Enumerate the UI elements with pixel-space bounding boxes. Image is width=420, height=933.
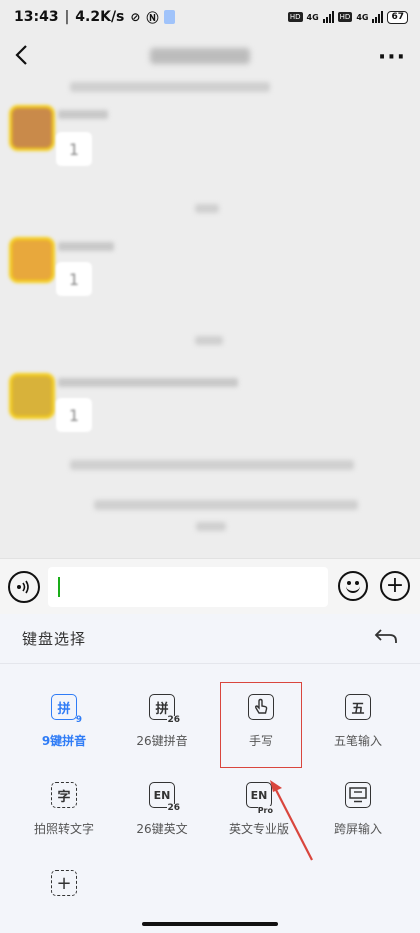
hd-badge-2: HD xyxy=(337,12,353,22)
system-notice-blurred xyxy=(94,500,358,510)
keyboard-option-26key-english[interactable]: EN 26 26键英文 xyxy=(122,770,202,854)
message-bubble[interactable]: 1 xyxy=(56,398,92,432)
network-label-1: 4G xyxy=(306,12,319,22)
sender-name-blurred xyxy=(58,378,238,387)
keyboard-option-cross-screen[interactable]: 跨屏输入 xyxy=(318,770,398,854)
system-notice-blurred xyxy=(196,522,226,531)
keyboard-option-label: 拍照转文字 xyxy=(33,822,94,836)
keyboard-panel-title: 键盘选择 xyxy=(22,630,87,648)
emoji-icon xyxy=(346,585,360,593)
status-bar: 13:43 | 4.2K/s ⊘ Ⓝ HD 4G HD 4G 67 xyxy=(0,0,420,34)
return-button[interactable] xyxy=(374,626,398,651)
network-label-2: 4G xyxy=(356,12,369,22)
keyboard-panel-header: 键盘选择 xyxy=(0,614,420,664)
input-bar: + xyxy=(0,558,420,614)
back-button[interactable] xyxy=(14,43,44,71)
status-speed: 4.2K/s xyxy=(75,9,125,25)
status-left: 13:43 | 4.2K/s ⊘ Ⓝ xyxy=(14,9,176,26)
message-text-input[interactable] xyxy=(48,567,328,607)
time-divider-blurred xyxy=(195,336,223,345)
keyboard-selection-panel: 键盘选择 拼 9 9键拼音 拼 26 26键拼音 手写 五 五笔输入 字 拍照转… xyxy=(0,614,420,933)
keyboard-option-label: 26键拼音 xyxy=(136,734,188,748)
english-26-icon: EN 26 xyxy=(149,782,180,813)
signal-icon-1 xyxy=(322,11,334,23)
avatar[interactable] xyxy=(12,240,52,280)
annotation-highlight-box xyxy=(220,682,302,768)
sim-icon xyxy=(164,10,176,24)
system-notice-blurred xyxy=(70,460,354,470)
hd-badge-1: HD xyxy=(287,12,303,22)
annotation-arrow-icon xyxy=(270,780,313,861)
message-bubble[interactable]: 1 xyxy=(56,132,92,166)
chat-nav-bar: ··· xyxy=(0,34,420,80)
chat-message-area[interactable]: 1 1 1 xyxy=(0,80,420,558)
pinyin-9-icon: 拼 9 xyxy=(51,694,82,725)
keyboard-option-wubi[interactable]: 五 五笔输入 xyxy=(318,682,398,766)
photo-text-icon: 字 xyxy=(51,782,77,808)
keyboard-option-label: 26键英文 xyxy=(136,822,188,836)
sender-name-blurred xyxy=(58,110,108,119)
chevron-left-icon xyxy=(15,45,27,65)
pinyin-26-icon: 拼 26 xyxy=(149,694,180,725)
screen-icon xyxy=(349,787,367,803)
keyboard-option-26key-pinyin[interactable]: 拼 26 26键拼音 xyxy=(122,682,202,766)
nfc-icon: Ⓝ xyxy=(146,10,159,25)
time-divider-blurred xyxy=(195,204,219,213)
wubi-icon: 五 xyxy=(345,694,371,720)
keyboard-option-9key-pinyin[interactable]: 拼 9 9键拼音 xyxy=(24,682,104,766)
return-icon xyxy=(374,629,397,643)
voice-input-button[interactable] xyxy=(8,571,40,603)
text-caret xyxy=(58,577,60,597)
keyboard-option-add[interactable]: + xyxy=(24,858,104,933)
keyboard-option-photo-to-text[interactable]: 字 拍照转文字 xyxy=(24,770,104,854)
avatar[interactable] xyxy=(12,108,52,148)
keyboard-option-label: 跨屏输入 xyxy=(333,822,382,836)
more-button[interactable]: ··· xyxy=(378,45,406,70)
redacted-text xyxy=(70,82,270,92)
avatar[interactable] xyxy=(12,376,52,416)
message-bubble[interactable]: 1 xyxy=(56,262,92,296)
voice-icon xyxy=(17,580,29,594)
home-indicator[interactable] xyxy=(142,922,278,926)
status-right: HD 4G HD 4G 67 xyxy=(287,10,408,24)
battery-icon: 67 xyxy=(387,10,408,24)
keyboard-option-label: 五笔输入 xyxy=(333,734,382,748)
mute-icon: ⊘ xyxy=(130,10,141,24)
status-time: 13:43 xyxy=(14,9,59,25)
add-keyboard-icon: + xyxy=(51,870,77,896)
monitor-icon xyxy=(345,782,371,808)
chat-title-blurred xyxy=(150,48,250,64)
emoji-button[interactable] xyxy=(338,571,368,601)
status-divider: | xyxy=(64,9,70,25)
sender-name-blurred xyxy=(58,242,114,251)
keyboard-option-label: 9键拼音 xyxy=(41,734,87,748)
signal-icon-2 xyxy=(372,11,384,23)
more-functions-button[interactable]: + xyxy=(380,571,410,601)
